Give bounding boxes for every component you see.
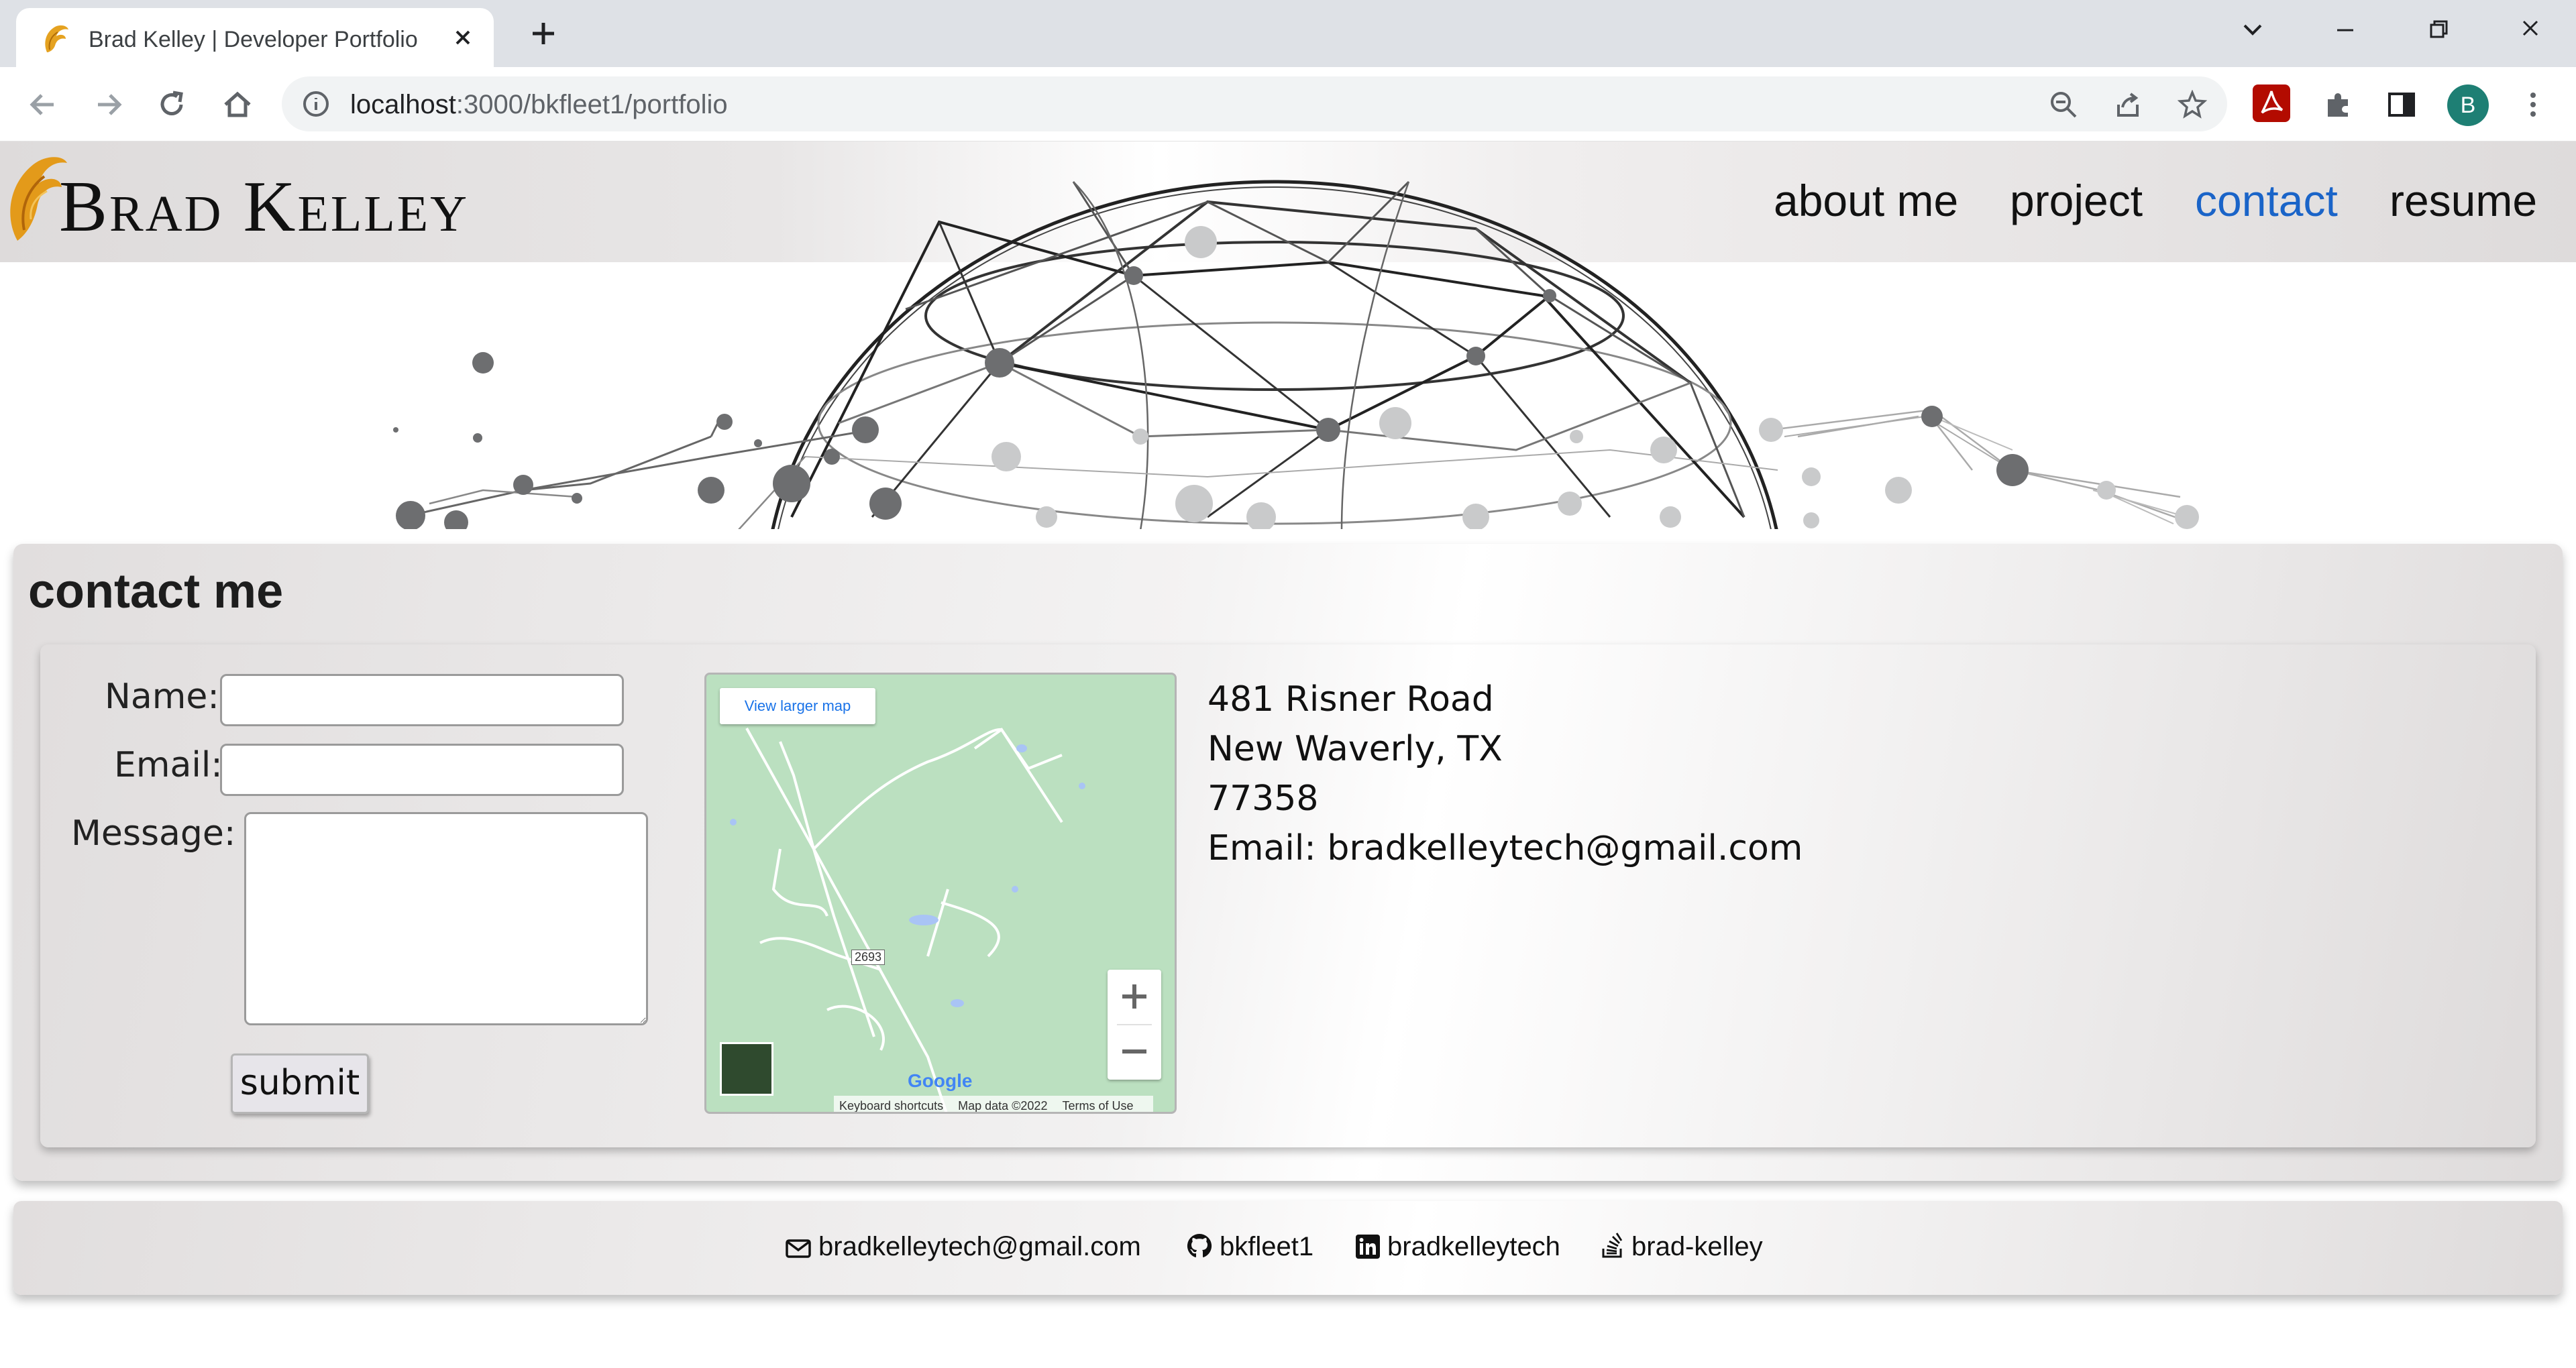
- bookmark-star-icon[interactable]: [2178, 90, 2207, 119]
- browser-tabstrip: Brad Kelley | Developer Portfolio: [0, 0, 2576, 67]
- email-label: Email:: [114, 745, 223, 785]
- view-larger-map-link[interactable]: View larger map: [720, 688, 875, 724]
- home-icon[interactable]: [219, 86, 256, 123]
- contact-card: Name: Email: Message: submit View larger…: [40, 644, 2536, 1147]
- url-host: localhost: [350, 90, 456, 119]
- close-window-icon[interactable]: [2510, 13, 2551, 47]
- tab-title: Brad Kelley | Developer Portfolio: [89, 27, 418, 52]
- map-road-label: 2693: [851, 950, 885, 965]
- map-satellite-toggle[interactable]: [720, 1042, 773, 1096]
- tab-search-chevron-icon[interactable]: [2233, 13, 2273, 47]
- message-label: Message:: [71, 813, 236, 854]
- linkedin-icon: [1356, 1235, 1380, 1259]
- url-path: :3000/bkfleet1/portfolio: [455, 90, 728, 119]
- portfolio-page: Brad Kelley about me project contact res…: [0, 141, 2576, 1368]
- name-input[interactable]: [220, 674, 624, 726]
- nav-contact[interactable]: contact: [2195, 175, 2338, 226]
- submit-button[interactable]: submit: [231, 1053, 369, 1114]
- address-line3: 77358: [1208, 779, 1319, 819]
- address-line2: New Waverly, TX: [1208, 729, 1503, 769]
- zoom-in-icon[interactable]: [1122, 984, 1146, 1009]
- contact-section: contact me Name: Email: Message: submit: [13, 544, 2563, 1181]
- reload-icon[interactable]: [153, 86, 191, 123]
- footer-email-link[interactable]: bradkelleytech@gmail.com: [785, 1232, 1141, 1262]
- google-logo-text: Google: [908, 1070, 973, 1091]
- site-info-icon[interactable]: [302, 90, 330, 118]
- nav-project[interactable]: project: [2010, 175, 2143, 226]
- email-input[interactable]: [220, 744, 624, 796]
- footer-linkedin-text: bradkelleytech: [1387, 1232, 1560, 1261]
- portfolio-favicon-icon: [45, 25, 68, 52]
- nav-resume[interactable]: resume: [2390, 175, 2537, 226]
- pdf-extension-icon[interactable]: [2253, 84, 2290, 122]
- contact-email: Email: bradkelleytech@gmail.com: [1208, 828, 1803, 868]
- map-zoom-controls: [1108, 970, 1161, 1080]
- site-footer: bradkelleytech@gmail.com bkfleet1 bradke…: [13, 1201, 2563, 1295]
- side-panel-icon[interactable]: [2383, 86, 2420, 123]
- site-logo-text[interactable]: Brad Kelley: [59, 166, 469, 249]
- extensions-puzzle-icon[interactable]: [2320, 86, 2357, 123]
- restore-icon[interactable]: [2418, 13, 2458, 47]
- stackoverflow-icon: [1602, 1233, 1623, 1258]
- nav-about-me[interactable]: about me: [1774, 175, 1958, 226]
- logo-helmet-icon: [10, 157, 67, 241]
- menu-kebab-icon[interactable]: [2514, 86, 2552, 123]
- github-icon: [1187, 1233, 1212, 1257]
- keyboard-shortcuts-link[interactable]: Keyboard shortcuts: [839, 1099, 943, 1112]
- terms-of-use-link[interactable]: Terms of Use: [1062, 1099, 1133, 1112]
- zoom-out-icon[interactable]: [2049, 90, 2078, 119]
- footer-linkedin-link[interactable]: bradkelleytech: [1355, 1232, 1560, 1262]
- address-bar[interactable]: localhost:3000/bkfleet1/portfolio: [282, 76, 2227, 131]
- map-roads-graphic: [730, 728, 1085, 1112]
- close-tab-icon[interactable]: [451, 25, 475, 50]
- google-map-logo: Google: [908, 1070, 972, 1092]
- message-textarea[interactable]: [244, 812, 648, 1025]
- minimize-icon[interactable]: [2325, 13, 2365, 47]
- contact-heading: contact me: [28, 565, 284, 618]
- name-label: Name:: [105, 677, 219, 717]
- browser-toolbar: localhost:3000/bkfleet1/portfolio B: [0, 67, 2576, 141]
- footer-stackoverflow-text: brad-kelley: [1631, 1232, 1763, 1261]
- new-tab-icon[interactable]: [526, 16, 561, 51]
- map-data-text: Map data ©2022: [958, 1099, 1048, 1113]
- footer-github-text: bkfleet1: [1220, 1232, 1314, 1261]
- map-attribution: Keyboard shortcuts Map data ©2022 Terms of…: [834, 1096, 1154, 1113]
- footer-email-text: bradkelleytech@gmail.com: [818, 1232, 1141, 1261]
- profile-avatar[interactable]: B: [2447, 84, 2489, 126]
- browser-tab[interactable]: Brad Kelley | Developer Portfolio: [16, 8, 494, 67]
- envelope-icon: [786, 1239, 811, 1258]
- address-line1: 481 Risner Road: [1208, 679, 1494, 720]
- share-icon[interactable]: [2113, 90, 2143, 119]
- forward-arrow-icon[interactable]: [90, 86, 127, 123]
- back-arrow-icon[interactable]: [24, 86, 62, 123]
- footer-stackoverflow-link[interactable]: brad-kelley: [1601, 1232, 1763, 1262]
- url-text: localhost:3000/bkfleet1/portfolio: [350, 90, 728, 120]
- embedded-map[interactable]: View larger map 2693 Google Keyboard sho…: [704, 673, 1177, 1114]
- footer-github-link[interactable]: bkfleet1: [1186, 1232, 1313, 1262]
